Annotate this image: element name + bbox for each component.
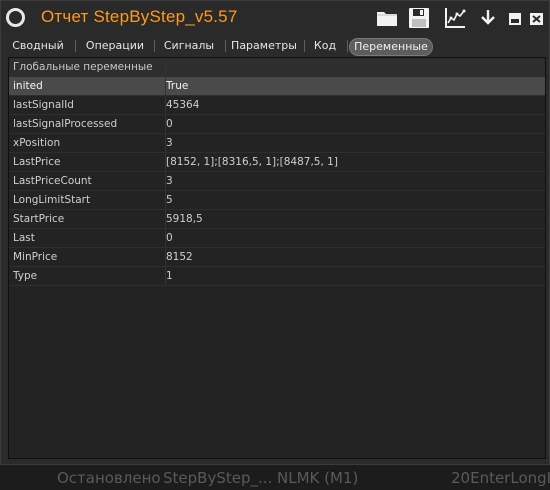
group-header-row[interactable]: Глобальные переменные: [9, 58, 545, 77]
close-icon[interactable]: [525, 6, 549, 30]
variable-value: 3: [166, 137, 173, 149]
variables-grid[interactable]: Глобальные переменные inited True lastSi…: [8, 57, 546, 459]
variable-value: 5: [166, 194, 173, 206]
title-bar[interactable]: Отчет StepByStep_v5.57: [1, 1, 549, 35]
variable-value: 45364: [166, 99, 200, 111]
variable-value: True: [166, 80, 189, 92]
table-row[interactable]: LastPrice [8152, 1];[8316,5, 1];[8487,5,…: [9, 153, 545, 172]
table-row[interactable]: MinPrice 8152: [9, 248, 545, 267]
tab-signals[interactable]: Сигналы: [158, 37, 226, 54]
table-row[interactable]: xPosition 3: [9, 134, 545, 153]
variable-name: lastSignalId: [9, 96, 166, 114]
window-title: Отчет StepByStep_v5.57: [41, 7, 238, 26]
table-row[interactable]: Type 1: [9, 267, 545, 286]
save-icon[interactable]: [407, 6, 431, 30]
tab-code[interactable]: Код: [308, 37, 348, 54]
variable-value: 3: [166, 175, 173, 187]
table-row[interactable]: lastSignalProcessed 0: [9, 115, 545, 134]
variable-value: 0: [166, 118, 173, 130]
table-row[interactable]: LongLimitStart 5: [9, 191, 545, 210]
tab-parameters[interactable]: Параметры: [229, 37, 305, 54]
report-window: Отчет StepByStep_v5.57 Сводный Операции …: [0, 0, 550, 465]
tab-bar: Сводный Операции Сигналы Параметры Код П…: [1, 36, 549, 56]
minimize-icon[interactable]: [503, 6, 527, 30]
tab-operations[interactable]: Операции: [81, 37, 155, 54]
status-strategy: StepByStep_...: [163, 469, 273, 487]
table-row[interactable]: LastPriceCount 3: [9, 172, 545, 191]
variable-name: LastPrice: [9, 153, 166, 171]
download-icon[interactable]: [476, 6, 500, 30]
variable-name: LongLimitStart: [9, 191, 166, 209]
tab-variables[interactable]: Переменные: [349, 38, 433, 56]
variable-name: StartPrice: [9, 210, 166, 228]
variable-name: xPosition: [9, 134, 166, 152]
tab-summary[interactable]: Сводный: [6, 37, 76, 54]
variable-name: Last: [9, 229, 166, 247]
table-row[interactable]: inited True: [9, 77, 545, 96]
variable-value: [8152, 1];[8316,5, 1];[8487,5, 1]: [166, 156, 338, 168]
chart-icon[interactable]: [443, 6, 467, 30]
background-status-row: Остановлено StepByStep_... NLMK (M1) 20E…: [0, 469, 550, 490]
status-state: Остановлено: [57, 469, 161, 487]
table-row[interactable]: StartPrice 5918,5: [9, 210, 545, 229]
variable-name: inited: [9, 77, 166, 95]
variable-value: 1: [166, 270, 173, 282]
variable-value: 5918,5: [166, 213, 203, 225]
variable-name: LastPriceCount: [9, 172, 166, 190]
status-signal: 20EnterLongL: [451, 469, 550, 487]
table-row[interactable]: Last 0: [9, 229, 545, 248]
variable-name: MinPrice: [9, 248, 166, 266]
variable-name: lastSignalProcessed: [9, 115, 166, 133]
variable-value: 0: [166, 232, 173, 244]
table-row[interactable]: lastSignalId 45364: [9, 96, 545, 115]
app-icon: [6, 8, 25, 27]
status-symbol: NLMK (M1): [277, 469, 359, 487]
variable-value: 8152: [166, 251, 193, 263]
group-header-label: Глобальные переменные: [9, 58, 166, 76]
variable-name: Type: [9, 267, 166, 285]
folder-icon[interactable]: [375, 6, 399, 30]
